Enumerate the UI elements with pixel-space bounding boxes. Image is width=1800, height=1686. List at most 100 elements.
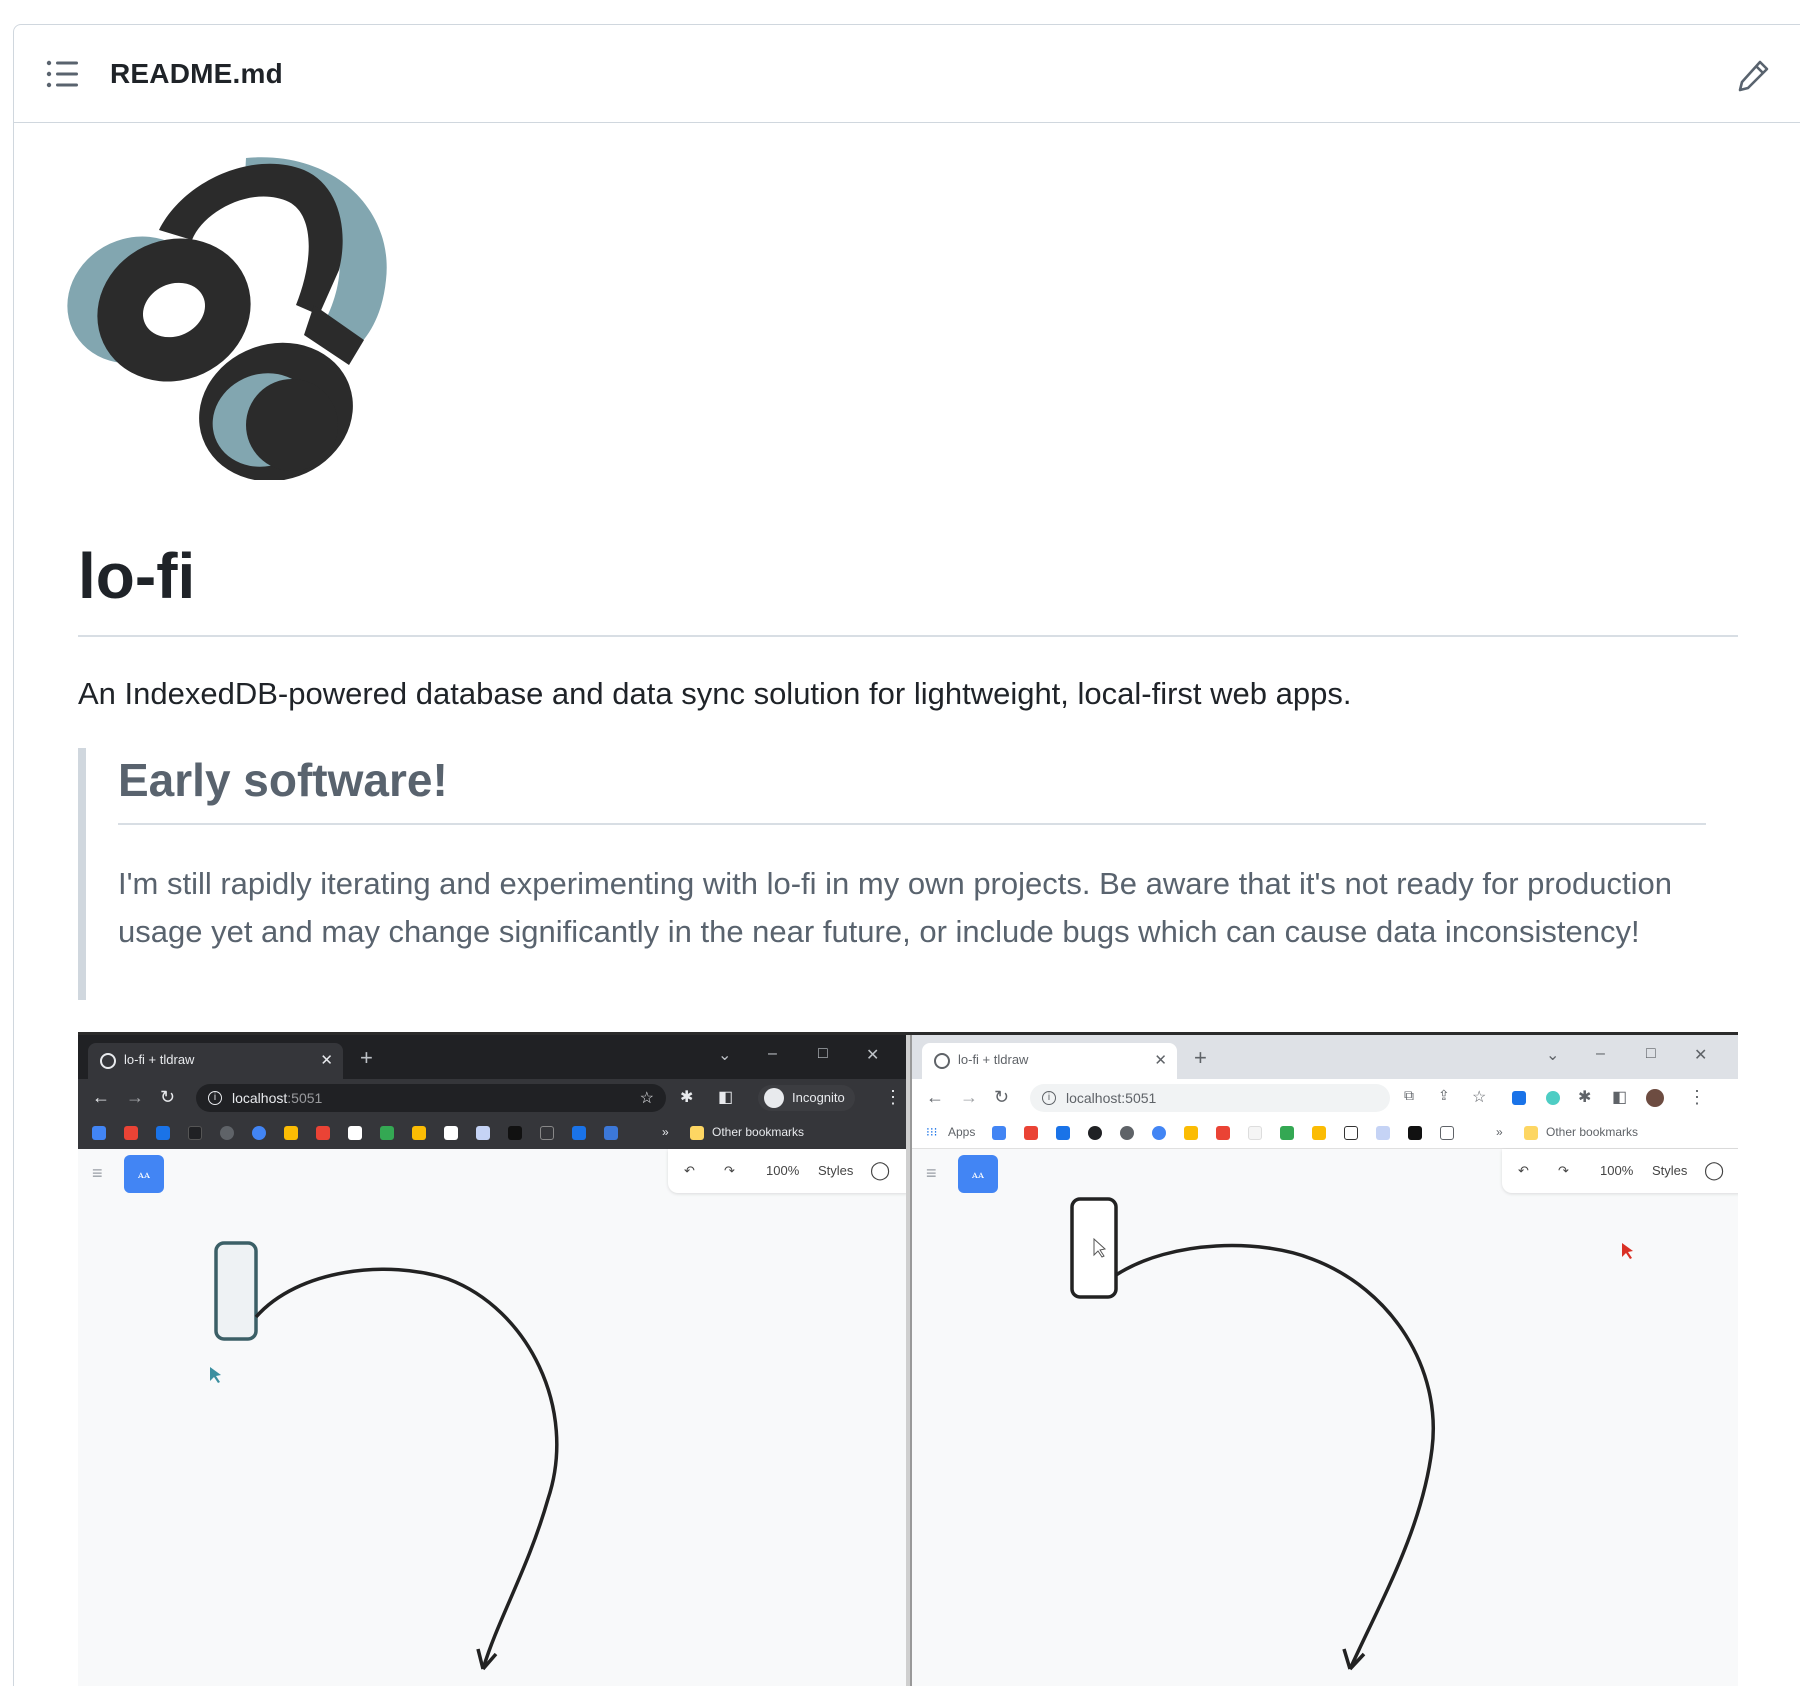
sidebar-icon[interactable]: ◧ — [718, 1087, 733, 1107]
amazon-icon[interactable] — [1248, 1126, 1262, 1140]
tab-title: lo-fi + tldraw — [958, 1052, 1029, 1067]
address-bar: ← → ↻ i localhost:5051 ⧉ ⇪ ☆ ✱ ◧ ⋮ — [912, 1079, 1738, 1117]
more-bookmarks-icon[interactable]: » — [662, 1125, 669, 1139]
apps-label[interactable]: Apps — [948, 1125, 975, 1139]
reload-icon[interactable]: ↻ — [160, 1087, 175, 1108]
keep-icon[interactable] — [284, 1126, 298, 1140]
tldraw-canvas[interactable]: ≡ ꭺꭺ ↶ ↷ 100% Styles ◯ — [912, 1149, 1738, 1686]
site-icon[interactable] — [1440, 1126, 1454, 1140]
headphones-logo — [64, 140, 404, 480]
site-icon[interactable] — [1152, 1126, 1166, 1140]
notion-icon[interactable] — [1344, 1126, 1358, 1140]
maximize-icon[interactable]: □ — [1646, 1045, 1656, 1063]
extension-icon[interactable] — [1512, 1091, 1526, 1105]
close-icon[interactable]: ✕ — [1154, 1051, 1167, 1069]
github-icon[interactable] — [1088, 1126, 1102, 1140]
blockquote-bar — [78, 748, 86, 1000]
close-window-icon[interactable]: ✕ — [1694, 1045, 1707, 1065]
chevron-down-icon[interactable]: ⌄ — [1546, 1045, 1559, 1065]
github-icon[interactable] — [188, 1126, 202, 1140]
site-icon[interactable] — [1376, 1126, 1390, 1140]
photos-icon[interactable] — [1312, 1126, 1326, 1140]
url-host: localhost — [232, 1090, 288, 1106]
page-title: lo-fi — [78, 540, 196, 612]
site-icon[interactable] — [1408, 1126, 1422, 1140]
incognito-badge[interactable]: Incognito — [758, 1085, 855, 1111]
url-host: localhost — [1066, 1090, 1122, 1106]
reload-icon[interactable]: ↻ — [994, 1087, 1009, 1108]
youtube-icon[interactable] — [316, 1126, 330, 1140]
extensions-icon[interactable]: ✱ — [1578, 1087, 1591, 1107]
site-icon[interactable] — [540, 1126, 554, 1140]
other-bookmarks[interactable]: Other bookmarks — [712, 1125, 804, 1139]
more-bookmarks-icon[interactable]: » — [1496, 1125, 1503, 1139]
info-icon: i — [208, 1091, 222, 1105]
forward-icon[interactable]: → — [960, 1087, 978, 1108]
other-bookmarks[interactable]: Other bookmarks — [1546, 1125, 1638, 1139]
more-icon[interactable]: ⋮ — [884, 1087, 902, 1108]
back-icon[interactable]: ← — [926, 1087, 944, 1108]
notion-icon[interactable] — [444, 1126, 458, 1140]
readme-filename: README.md — [110, 58, 283, 89]
site-icon[interactable] — [220, 1126, 234, 1140]
site-icon[interactable] — [476, 1126, 490, 1140]
incognito-icon — [764, 1088, 784, 1108]
warning-divider — [118, 823, 1706, 825]
photos-icon[interactable] — [412, 1126, 426, 1140]
url-port: :5051 — [287, 1090, 323, 1106]
calendar-icon[interactable] — [156, 1126, 170, 1140]
keep-icon[interactable] — [1184, 1126, 1198, 1140]
globe-icon — [934, 1053, 950, 1069]
browser-tab[interactable]: lo-fi + tldraw ✕ — [88, 1043, 343, 1079]
site-icon[interactable] — [572, 1126, 586, 1140]
site-icon[interactable] — [252, 1126, 266, 1140]
url-field[interactable]: i localhost:5051 — [1030, 1084, 1390, 1112]
minimize-icon[interactable]: – — [768, 1045, 777, 1063]
bookmarks-bar: » Other bookmarks — [78, 1117, 906, 1149]
gmail-icon[interactable] — [124, 1126, 138, 1140]
minimize-icon[interactable]: – — [1596, 1045, 1605, 1063]
star-icon[interactable]: ☆ — [1472, 1087, 1486, 1107]
forward-icon[interactable]: → — [126, 1087, 144, 1108]
maximize-icon[interactable]: □ — [818, 1045, 828, 1063]
youtube-icon[interactable] — [1216, 1126, 1230, 1140]
gmail-icon[interactable] — [1024, 1126, 1038, 1140]
sidebar-icon[interactable]: ◧ — [1612, 1087, 1627, 1107]
incognito-label: Incognito — [792, 1090, 845, 1105]
address-bar: ← → ↻ i localhost:5051 ☆ ✱ ◧ Incognito ⋮ — [78, 1079, 906, 1117]
bookmark-icon[interactable] — [992, 1126, 1006, 1140]
back-icon[interactable]: ← — [92, 1087, 110, 1108]
avatar[interactable] — [1646, 1089, 1664, 1107]
drive-icon[interactable] — [1280, 1126, 1294, 1140]
url-field[interactable]: i localhost:5051 ☆ — [196, 1084, 666, 1112]
amazon-icon[interactable] — [348, 1126, 362, 1140]
site-icon[interactable] — [508, 1126, 522, 1140]
bookmarks-bar: ⁝⁝⁝ Apps » Other bookmarks — [912, 1117, 1738, 1149]
share-icon[interactable]: ⇪ — [1438, 1087, 1450, 1104]
extension-icon[interactable] — [1546, 1091, 1560, 1105]
chevron-down-icon[interactable]: ⌄ — [718, 1045, 731, 1065]
browser-tab[interactable]: lo-fi + tldraw ✕ — [922, 1043, 1177, 1079]
tldraw-canvas[interactable]: ≡ ꭺꭺ ↶ ↷ 100% Styles ◯ — [78, 1149, 906, 1686]
url-port: :5051 — [1121, 1090, 1157, 1106]
apps-grid-icon: ⁝⁝⁝ — [926, 1125, 938, 1139]
list-icon[interactable] — [44, 57, 80, 91]
pencil-icon[interactable] — [1736, 57, 1772, 93]
star-icon[interactable]: ☆ — [640, 1088, 654, 1108]
intro-paragraph: An IndexedDB-powered database and data s… — [78, 676, 1352, 711]
close-icon[interactable]: ✕ — [320, 1051, 333, 1069]
close-window-icon[interactable]: ✕ — [866, 1045, 879, 1065]
bookmark-icon[interactable] — [92, 1126, 106, 1140]
drive-icon[interactable] — [380, 1126, 394, 1140]
browser-window-right: lo-fi + tldraw ✕ + ⌄ – □ ✕ ← → ↻ i local… — [910, 1035, 1738, 1686]
site-icon[interactable] — [1120, 1126, 1134, 1140]
demo-animation: lo-fi + tldraw ✕ + ⌄ – □ ✕ ← → ↻ i local… — [78, 1032, 1738, 1686]
open-external-icon[interactable]: ⧉ — [1404, 1087, 1414, 1104]
site-icon[interactable] — [604, 1126, 618, 1140]
new-tab-icon[interactable]: + — [360, 1045, 373, 1071]
more-icon[interactable]: ⋮ — [1688, 1087, 1706, 1108]
calendar-icon[interactable] — [1056, 1126, 1070, 1140]
new-tab-icon[interactable]: + — [1194, 1045, 1207, 1071]
browser-window-left: lo-fi + tldraw ✕ + ⌄ – □ ✕ ← → ↻ i local… — [78, 1035, 906, 1686]
extensions-icon[interactable]: ✱ — [680, 1087, 693, 1107]
